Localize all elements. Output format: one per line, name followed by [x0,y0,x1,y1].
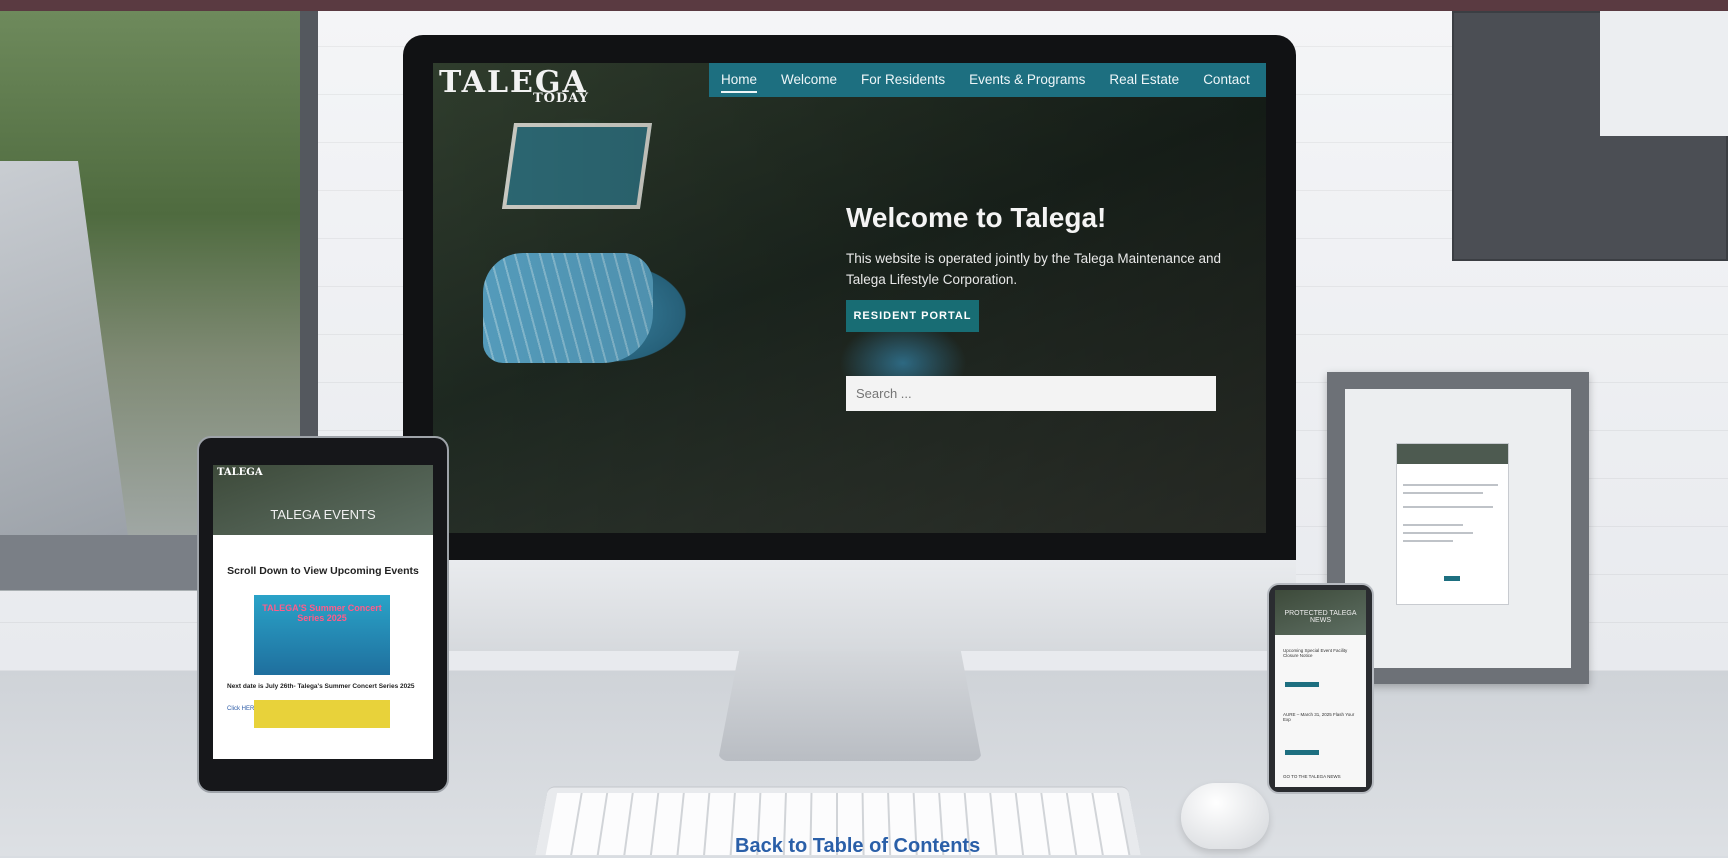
phone-read-more-button[interactable] [1285,682,1319,687]
tablet-logo: TALEGA [217,467,263,478]
nav-contact[interactable]: Contact [1191,63,1262,97]
hero-title: Welcome to Talega! [846,202,1107,233]
framed-print-line [1403,540,1453,542]
second-event-poster [254,700,390,728]
hero-description: This website is operated jointly by the … [846,251,1221,287]
imac-website-screen: TALEGA TODAY Home Welcome For Residents … [433,63,1266,533]
garden-path [0,161,130,551]
nav-real-estate[interactable]: Real Estate [1097,63,1191,97]
framed-print-line [1403,492,1483,494]
back-to-contents-link[interactable]: Back to Table of Contents [735,835,980,858]
hero-overlay [433,63,1266,533]
nav-home[interactable]: Home [709,63,769,97]
phone-news-card[interactable]: Upcoming Special Event Facility Closure … [1283,648,1358,658]
nav-welcome[interactable]: Welcome [769,63,849,97]
tablet-hero-title: TALEGA EVENTS [270,507,376,522]
phone-screen: PROTECTED TALEGA NEWS Upcoming Special E… [1275,590,1366,787]
phone-hero-title: PROTECTED TALEGA NEWS [1284,610,1357,624]
framed-print-line [1403,506,1493,508]
site-logo-sub: TODAY [533,91,589,106]
phone-news-footer[interactable]: GO TO THE TALEGA NEWS [1283,774,1358,779]
tablet-screen: TALEGA TALEGA EVENTS Scroll Down to View… [213,465,433,759]
tablet-event-caption: Next date is July 26th- Talega's Summer … [227,683,415,690]
phone-read-more-button[interactable] [1285,750,1319,755]
framed-print-line [1403,484,1498,486]
top-strip [0,0,1728,11]
mouse [1181,783,1269,849]
framed-print-button [1444,576,1460,581]
concert-poster-text: TALEGA'S Summer Concert Series 2025 [262,603,382,623]
imac-stand [718,651,982,761]
nav-for-residents[interactable]: For Residents [849,63,957,97]
concert-poster: TALEGA'S Summer Concert Series 2025 [254,595,390,675]
imac-chin [403,560,1296,651]
framed-print-line [1403,532,1473,534]
framed-print-line [1403,524,1463,526]
search-input[interactable] [846,376,1216,411]
main-nav: Home Welcome For Residents Events & Prog… [709,63,1266,97]
resident-portal-button[interactable]: RESIDENT PORTAL [846,300,979,332]
framed-website-print [1397,444,1508,604]
phone-news-card[interactable]: AURE – March 31, 2025 Flash Your Exp [1283,712,1358,722]
tablet-events-heading: Scroll Down to View Upcoming Events [227,565,419,577]
framed-print-header [1397,444,1508,464]
wall-art-light-panel [1600,11,1728,136]
nav-events-programs[interactable]: Events & Programs [957,63,1097,97]
